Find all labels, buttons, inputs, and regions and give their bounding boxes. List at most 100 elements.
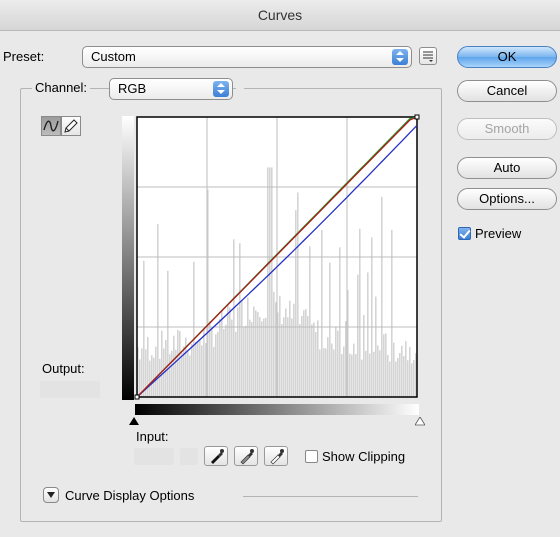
preset-options-icon[interactable] <box>419 47 437 65</box>
histogram-bar <box>305 309 307 397</box>
histogram-bar <box>365 350 367 397</box>
gray-eyedropper-button[interactable] <box>234 446 258 466</box>
histogram-bar <box>289 300 291 397</box>
pencil-icon <box>64 119 78 133</box>
histogram-bar <box>295 210 297 397</box>
curve-display-options-toggle[interactable] <box>43 487 59 503</box>
histogram-bar <box>275 302 277 397</box>
white-point-slider[interactable] <box>415 417 425 426</box>
histogram-bar <box>179 331 181 397</box>
histogram-bar <box>219 319 221 397</box>
curve-display-options-label: Curve Display Options <box>65 488 195 503</box>
histogram-bar <box>239 243 241 397</box>
histogram-bar <box>357 274 359 397</box>
histogram-bar <box>339 247 341 397</box>
histogram-bar <box>287 317 289 397</box>
histogram-bar <box>151 355 153 397</box>
curve-endpoint <box>414 114 420 120</box>
histogram-bar <box>149 360 151 397</box>
preview-label: Preview <box>475 226 522 241</box>
channel-select[interactable]: RGB <box>109 78 233 100</box>
input-value-field[interactable] <box>134 448 174 465</box>
histogram-bar <box>221 310 223 397</box>
histogram-bar <box>385 333 387 397</box>
histogram-bar <box>301 315 303 397</box>
histogram-bar <box>153 357 155 397</box>
histogram-bar <box>171 350 173 397</box>
histogram-bar <box>213 346 215 397</box>
histogram-bar <box>313 322 315 397</box>
histogram-bar <box>355 354 357 397</box>
histogram-bar <box>369 353 371 397</box>
preset-select[interactable]: Custom <box>82 46 412 68</box>
ok-button[interactable]: OK <box>457 46 557 68</box>
channel-label: Channel: <box>32 80 91 95</box>
histogram-bar <box>167 270 169 397</box>
show-clipping-checkbox[interactable] <box>305 450 318 463</box>
white-point-eyedropper-icon <box>270 449 284 465</box>
output-value-field[interactable] <box>40 381 100 398</box>
options-button[interactable]: Options... <box>457 188 557 210</box>
black-eyedropper-button[interactable] <box>204 446 228 466</box>
histogram-bar <box>351 354 353 397</box>
show-clipping-label: Show Clipping <box>322 449 406 464</box>
cancel-button[interactable]: Cancel <box>457 80 557 102</box>
histogram-bar <box>333 349 335 397</box>
histogram-bar <box>265 317 267 397</box>
pencil-tool-button[interactable] <box>61 116 81 136</box>
histogram-bar <box>203 328 205 397</box>
histogram-bar <box>187 351 189 397</box>
histogram-bar <box>273 291 275 397</box>
histogram-bar <box>325 348 327 397</box>
histogram-bar <box>293 303 295 397</box>
histogram-bar <box>361 359 363 397</box>
white-eyedropper-button[interactable] <box>264 446 288 466</box>
preview-checkbox[interactable] <box>458 227 471 240</box>
histogram-bar <box>309 246 311 397</box>
histogram-bar <box>283 317 285 397</box>
curve-endpoint <box>134 394 140 400</box>
curve-point-icon <box>43 120 59 132</box>
histogram-bar <box>403 356 405 397</box>
histogram-bar <box>379 350 381 397</box>
histogram-bar <box>251 321 253 397</box>
histogram-bar <box>373 351 375 397</box>
input-gradient-bar <box>135 404 419 415</box>
smooth-button[interactable]: Smooth <box>457 118 557 140</box>
histogram-bar <box>303 310 305 397</box>
histogram-bar <box>405 341 407 397</box>
histogram-bar <box>225 324 227 397</box>
histogram-bar <box>411 363 413 397</box>
histogram-bar <box>247 297 249 397</box>
histogram-bar <box>177 329 179 397</box>
histogram-bar <box>329 262 331 397</box>
histogram-bar <box>359 228 361 397</box>
channel-stepper-icon <box>213 81 229 97</box>
histogram-bar <box>395 361 397 397</box>
histogram-bar <box>141 348 143 397</box>
histogram-bar <box>311 324 313 397</box>
histogram-bar <box>245 325 247 397</box>
curves-graph[interactable] <box>134 114 420 400</box>
histogram-bar <box>321 229 323 397</box>
histogram-bar <box>249 319 251 397</box>
histogram-bar <box>279 295 281 397</box>
black-point-slider[interactable] <box>129 417 139 426</box>
histogram-bar <box>291 318 293 397</box>
histogram-bar <box>195 341 197 397</box>
histogram-bar <box>315 332 317 397</box>
histogram-bar <box>401 345 403 397</box>
histogram-bar <box>169 354 171 397</box>
histogram-bar <box>229 307 231 397</box>
histogram-bar <box>161 330 163 397</box>
histogram-bar <box>391 229 393 397</box>
curve-tool-button[interactable] <box>41 116 61 136</box>
title-bar[interactable]: Curves <box>0 0 560 31</box>
preset-stepper-icon <box>392 49 408 65</box>
histogram-bar <box>209 321 211 397</box>
input-label: Input: <box>136 429 169 444</box>
auto-button[interactable]: Auto <box>457 157 557 179</box>
histogram-bar <box>387 354 389 397</box>
histogram-bar <box>257 312 259 397</box>
options-divider <box>243 496 418 497</box>
